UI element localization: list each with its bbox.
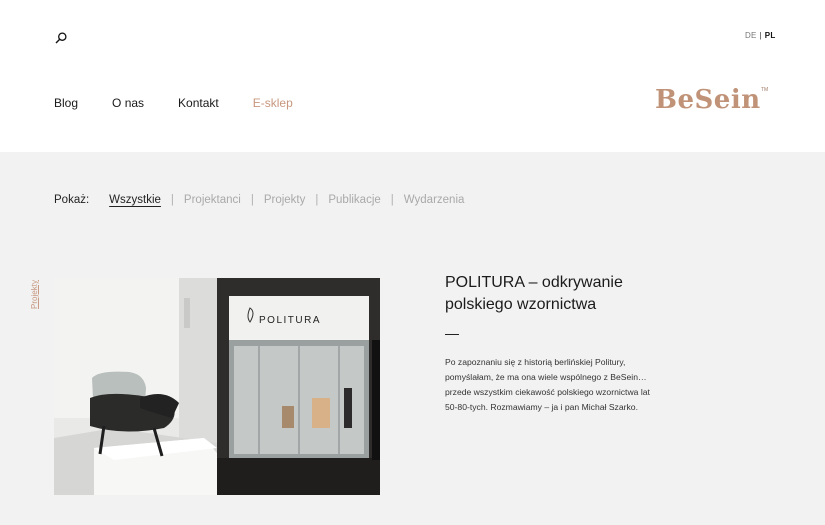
post-image[interactable]: POLITURA bbox=[54, 278, 380, 495]
filter-wszystkie[interactable]: Wszystkie bbox=[109, 194, 161, 206]
language-separator: | bbox=[759, 31, 762, 40]
filter-divider: | bbox=[250, 194, 254, 206]
title-divider bbox=[445, 334, 459, 335]
nav-kontakt[interactable]: Kontakt bbox=[178, 96, 219, 110]
post-excerpt: Po zapoznaniu się z historią berlińskiej… bbox=[445, 357, 650, 412]
post-title[interactable]: POLITURA – odkrywanie polskiego wzornict… bbox=[445, 272, 685, 316]
politura-showroom-photo: POLITURA bbox=[54, 278, 380, 495]
search-icon[interactable] bbox=[54, 31, 68, 45]
filter-label: Pokaż: bbox=[54, 194, 90, 206]
post-category-tag[interactable]: Projekty bbox=[30, 278, 43, 310]
main-nav: Blog O nas Kontakt E-sklep bbox=[54, 96, 327, 110]
search-button[interactable] bbox=[54, 31, 68, 45]
filter-divider: | bbox=[170, 194, 174, 206]
language-pl-link[interactable]: PL bbox=[765, 31, 776, 40]
language-switcher: DE | PL bbox=[745, 31, 775, 40]
nav-blog[interactable]: Blog bbox=[54, 96, 78, 110]
besein-logo[interactable]: BeSein TM bbox=[655, 85, 768, 115]
filter-wydarzenia[interactable]: Wydarzenia bbox=[404, 194, 465, 206]
shop-sign-text: POLITURA bbox=[259, 315, 321, 326]
filter-divider: | bbox=[315, 194, 319, 206]
post-category-label[interactable]: Projekty bbox=[30, 280, 39, 309]
logo-trademark: TM bbox=[761, 87, 769, 93]
filter-projektanci[interactable]: Projektanci bbox=[184, 194, 241, 206]
filter-projekty[interactable]: Projekty bbox=[264, 194, 306, 206]
category-filter: Pokaż: Wszystkie | Projektanci | Projekt… bbox=[54, 194, 464, 206]
site-header: DE | PL Blog O nas Kontakt E-sklep BeSein … bbox=[0, 0, 825, 152]
language-de-link[interactable]: DE bbox=[745, 31, 757, 40]
filter-divider: | bbox=[390, 194, 394, 206]
logo-text: BeSein bbox=[655, 85, 761, 115]
filter-publikacje[interactable]: Publikacje bbox=[328, 194, 380, 206]
nav-o-nas[interactable]: O nas bbox=[112, 96, 144, 110]
nav-e-sklep[interactable]: E-sklep bbox=[253, 96, 293, 110]
